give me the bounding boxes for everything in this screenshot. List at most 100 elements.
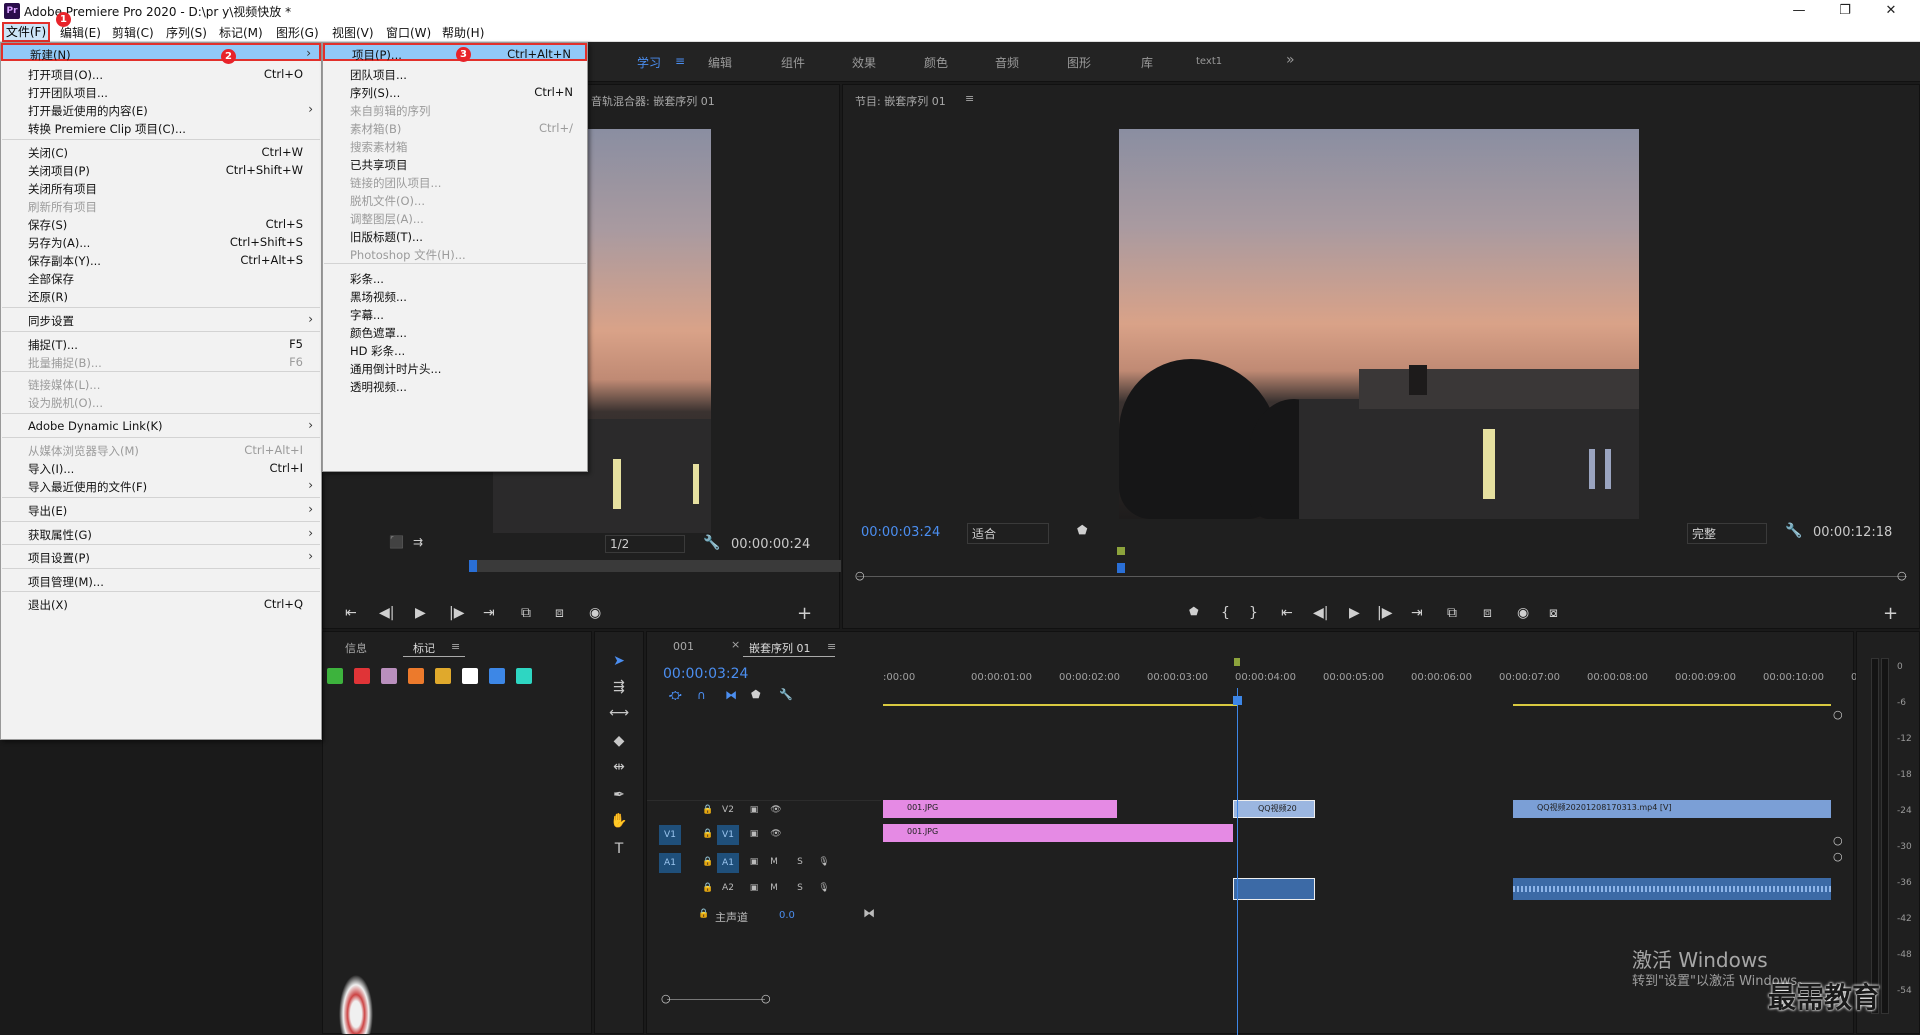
- step-back-icon[interactable]: ◀|: [379, 605, 394, 621]
- source-playhead[interactable]: [469, 560, 477, 572]
- a2-sync-icon[interactable]: ▣: [743, 878, 765, 898]
- file-menu-item[interactable]: 导出(E) ›: [1, 501, 321, 519]
- new-submenu-item[interactable]: 颜色遮罩...: [323, 323, 587, 341]
- master-expand-icon[interactable]: ⧓: [863, 906, 875, 920]
- file-menu-item[interactable]: 打开最近使用的内容(E) ›: [1, 101, 321, 119]
- new-submenu-item[interactable]: 旧版标题(T)...: [323, 227, 587, 245]
- workspace-effects[interactable]: 效果: [852, 54, 876, 71]
- menu-window[interactable]: 窗口(W): [386, 24, 431, 41]
- v-scroll-mid-handle[interactable]: ○: [1833, 834, 1843, 847]
- add-button-icon[interactable]: +: [797, 603, 812, 624]
- marker-color-swatch[interactable]: [408, 668, 424, 684]
- a2-mute-button[interactable]: M: [763, 878, 785, 898]
- h-scrollbar[interactable]: [667, 999, 765, 1000]
- program-scrub-bar[interactable]: [857, 576, 1907, 577]
- extract-icon[interactable]: ⧈: [1483, 605, 1492, 621]
- file-menu-item[interactable]: 获取属性(G) ›: [1, 525, 321, 543]
- type-tool-icon[interactable]: T: [608, 838, 630, 860]
- a2-solo-button[interactable]: S: [789, 878, 811, 898]
- program-add-button-icon[interactable]: +: [1883, 603, 1898, 624]
- file-menu-item[interactable]: 打开项目(O)... Ctrl+O: [1, 65, 321, 83]
- camera-icon[interactable]: ◉: [589, 605, 601, 621]
- overwrite-icon[interactable]: ⧈: [555, 605, 564, 621]
- clip-v1-001[interactable]: 001.JPG: [883, 824, 1233, 842]
- timeline-tab-close-icon[interactable]: ×: [731, 638, 740, 651]
- markers-menu-icon[interactable]: ≡: [451, 640, 460, 653]
- tab-info[interactable]: 信息: [345, 640, 367, 656]
- minimize-button[interactable]: —: [1776, 0, 1822, 22]
- file-menu-item[interactable]: 退出(X) Ctrl+Q: [1, 595, 321, 613]
- new-submenu-item[interactable]: 黑场视频...: [323, 287, 587, 305]
- add-marker-icon[interactable]: ⬟: [1189, 605, 1199, 618]
- track-v1-label[interactable]: V1: [717, 825, 739, 845]
- menu-marker[interactable]: 标记(M): [219, 24, 263, 41]
- workspace-learn[interactable]: 学习: [637, 54, 661, 71]
- play-icon[interactable]: ▶: [415, 605, 426, 621]
- selection-tool-icon[interactable]: ➤: [608, 650, 630, 672]
- source-scrub-bar[interactable]: [469, 560, 841, 572]
- close-button[interactable]: ✕: [1868, 0, 1914, 22]
- new-submenu-item[interactable]: 彩条...: [323, 269, 587, 287]
- go-to-in-icon[interactable]: ⇤: [345, 605, 357, 621]
- new-submenu-item[interactable]: 通用倒计时片头...: [323, 359, 587, 377]
- lift-icon[interactable]: ⧉: [1447, 605, 1457, 621]
- file-menu-item[interactable]: 项目设置(P) ›: [1, 548, 321, 566]
- file-menu-item[interactable]: 保存(S) Ctrl+S: [1, 215, 321, 233]
- new-submenu-item[interactable]: 序列(S)... Ctrl+N: [323, 83, 587, 101]
- resolution-dropdown[interactable]: 1/2: [605, 535, 685, 553]
- workspace-text1[interactable]: text1: [1196, 56, 1222, 67]
- timeline-marker-icon[interactable]: ⬟: [751, 688, 761, 701]
- new-submenu-item[interactable]: 字幕...: [323, 305, 587, 323]
- v2-lock-icon[interactable]: 🔒: [697, 800, 719, 820]
- clip-v2-qq-short[interactable]: QQ视频20: [1233, 800, 1315, 818]
- new-submenu-item[interactable]: 项目(P)... Ctrl+Alt+N: [323, 43, 587, 62]
- menu-help[interactable]: 帮助(H): [442, 24, 484, 41]
- a1-sync-icon[interactable]: ▣: [743, 852, 765, 872]
- a2-mic-icon[interactable]: 🎙: [813, 878, 835, 898]
- mark-out-icon[interactable]: }: [1249, 605, 1258, 621]
- mark-in-icon[interactable]: {: [1221, 605, 1230, 621]
- file-menu-item[interactable]: 导入(I)... Ctrl+I: [1, 459, 321, 477]
- file-menu-item[interactable]: 捕捉(T)... F5: [1, 335, 321, 353]
- track-a1-label[interactable]: A1: [717, 853, 739, 873]
- zoom-start-handle[interactable]: ○: [855, 569, 865, 582]
- workspace-color[interactable]: 颜色: [924, 54, 948, 71]
- timeline-menu-icon[interactable]: ≡: [827, 640, 836, 653]
- file-menu-item[interactable]: 打开团队项目...: [1, 83, 321, 101]
- timeline-settings-icon[interactable]: 🔧: [779, 688, 793, 701]
- go-to-out-icon[interactable]: ⇥: [483, 605, 495, 621]
- clip-v2-qq-video[interactable]: QQ视频20201208170313.mp4 [V]: [1513, 800, 1831, 818]
- new-submenu-item[interactable]: 透明视频...: [323, 377, 587, 395]
- new-submenu-item[interactable]: 团队项目...: [323, 65, 587, 83]
- a1-mute-button[interactable]: M: [763, 852, 785, 872]
- v1-sync-icon[interactable]: ▣: [743, 824, 765, 844]
- zoom-end-handle[interactable]: ○: [1897, 569, 1907, 582]
- program-monitor-menu-icon[interactable]: ≡: [965, 92, 974, 105]
- file-menu-item[interactable]: 全部保存: [1, 269, 321, 287]
- marker-color-swatch[interactable]: [462, 668, 478, 684]
- wrench-icon[interactable]: 🔧: [703, 535, 720, 551]
- a1-source-patch[interactable]: A1: [659, 853, 681, 873]
- file-menu-item[interactable]: 导入最近使用的文件(F) ›: [1, 477, 321, 495]
- h-scroll-right-handle[interactable]: ○: [761, 992, 771, 1005]
- v1-eye-icon[interactable]: 👁: [765, 824, 787, 844]
- menu-edit[interactable]: 编辑(E): [60, 24, 101, 41]
- snap-icon[interactable]: ∩: [697, 688, 706, 702]
- file-menu-item[interactable]: 转换 Premiere Clip 项目(C)...: [1, 119, 321, 137]
- v1-lock-icon[interactable]: 🔒: [697, 824, 719, 844]
- h-scroll-left-handle[interactable]: ○: [661, 992, 671, 1005]
- program-camera-icon[interactable]: ◉: [1517, 605, 1529, 621]
- workspace-menu-icon[interactable]: ≡: [675, 54, 685, 68]
- menu-graphics[interactable]: 图形(G): [276, 24, 319, 41]
- new-submenu-item[interactable]: 已共享项目: [323, 155, 587, 173]
- file-menu-item[interactable]: 关闭项目(P) Ctrl+Shift+W: [1, 161, 321, 179]
- linked-selection-icon[interactable]: ⧓: [725, 688, 737, 702]
- workspace-library[interactable]: 库: [1141, 54, 1153, 71]
- marker-icon[interactable]: ⬟: [1077, 523, 1087, 537]
- marker-color-swatch[interactable]: [516, 668, 532, 684]
- a1-solo-button[interactable]: S: [789, 852, 811, 872]
- master-value[interactable]: 0.0: [779, 910, 795, 921]
- timeline-tab-nested[interactable]: 嵌套序列 01: [749, 640, 811, 656]
- time-ruler[interactable]: :00:00 00:00:01:00 00:00:02:00 00:00:03:00 0…: [883, 672, 1864, 692]
- program-step-back-icon[interactable]: ◀|: [1313, 605, 1328, 621]
